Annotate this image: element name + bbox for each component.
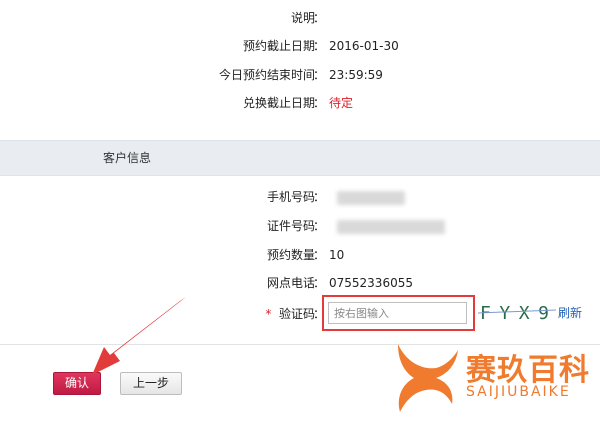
field-label: 预约数量 — [266, 248, 315, 262]
redacted-phone — [337, 191, 405, 205]
field-colon: ： — [313, 68, 326, 82]
annotation-arrow — [92, 297, 186, 375]
field-quantity: 预约数量 ： 10 — [0, 245, 600, 265]
field-phone: 手机号码 ： — [0, 187, 600, 207]
field-redeem-deadline: 兑换截止日期 ： 待定 — [0, 93, 600, 113]
field-label: 今日预约结束时间 — [218, 68, 315, 82]
field-colon: ： — [313, 11, 326, 25]
captcha-highlight-box — [322, 295, 475, 331]
watermark-text-cn: 赛玖百科 — [466, 353, 590, 388]
field-label: 网点电话 — [266, 276, 315, 290]
field-id-number: 证件号码 ： — [0, 216, 600, 236]
field-value: 10 — [329, 248, 345, 262]
captcha-input[interactable] — [328, 302, 467, 324]
field-label: 手机号码 — [266, 190, 315, 204]
refresh-captcha-link[interactable]: 刷新 — [558, 304, 582, 322]
watermark-text-en: SAIJIUBAIKE — [466, 384, 571, 400]
field-colon: ： — [313, 276, 326, 290]
captcha-label: 验证码 — [278, 307, 315, 321]
field-value: 07552336055 — [329, 276, 413, 290]
field-value: 2016-01-30 — [329, 39, 399, 53]
field-value: 23:59:59 — [329, 68, 383, 82]
field-description: 说明 ： — [0, 8, 600, 28]
field-branch-phone: 网点电话 ： 07552336055 — [0, 273, 600, 293]
field-reservation-deadline: 预约截止日期 ： 2016-01-30 — [0, 36, 600, 56]
section-title: 客户信息 — [103, 151, 152, 165]
field-colon: ： — [313, 190, 326, 204]
status-pending: 待定 — [329, 96, 354, 110]
field-colon: ： — [313, 39, 326, 53]
field-label: 兑换截止日期 — [242, 96, 315, 110]
field-label: 说明 — [290, 11, 315, 25]
field-colon: ： — [313, 219, 326, 233]
field-label: 证件号码 — [266, 219, 315, 233]
field-colon: ： — [313, 96, 326, 110]
required-mark: * — [265, 307, 272, 321]
field-colon: ： — [313, 248, 326, 262]
field-label: * 验证码 — [265, 304, 315, 324]
section-header: 客户信息 — [0, 140, 600, 176]
redacted-id — [337, 220, 445, 234]
captcha-image[interactable]: FYX9 — [478, 299, 558, 325]
field-label: 预约截止日期 — [242, 39, 315, 53]
captcha-image-text: FYX9 — [480, 303, 554, 324]
field-today-end-time: 今日预约结束时间 ： 23:59:59 — [0, 65, 600, 85]
